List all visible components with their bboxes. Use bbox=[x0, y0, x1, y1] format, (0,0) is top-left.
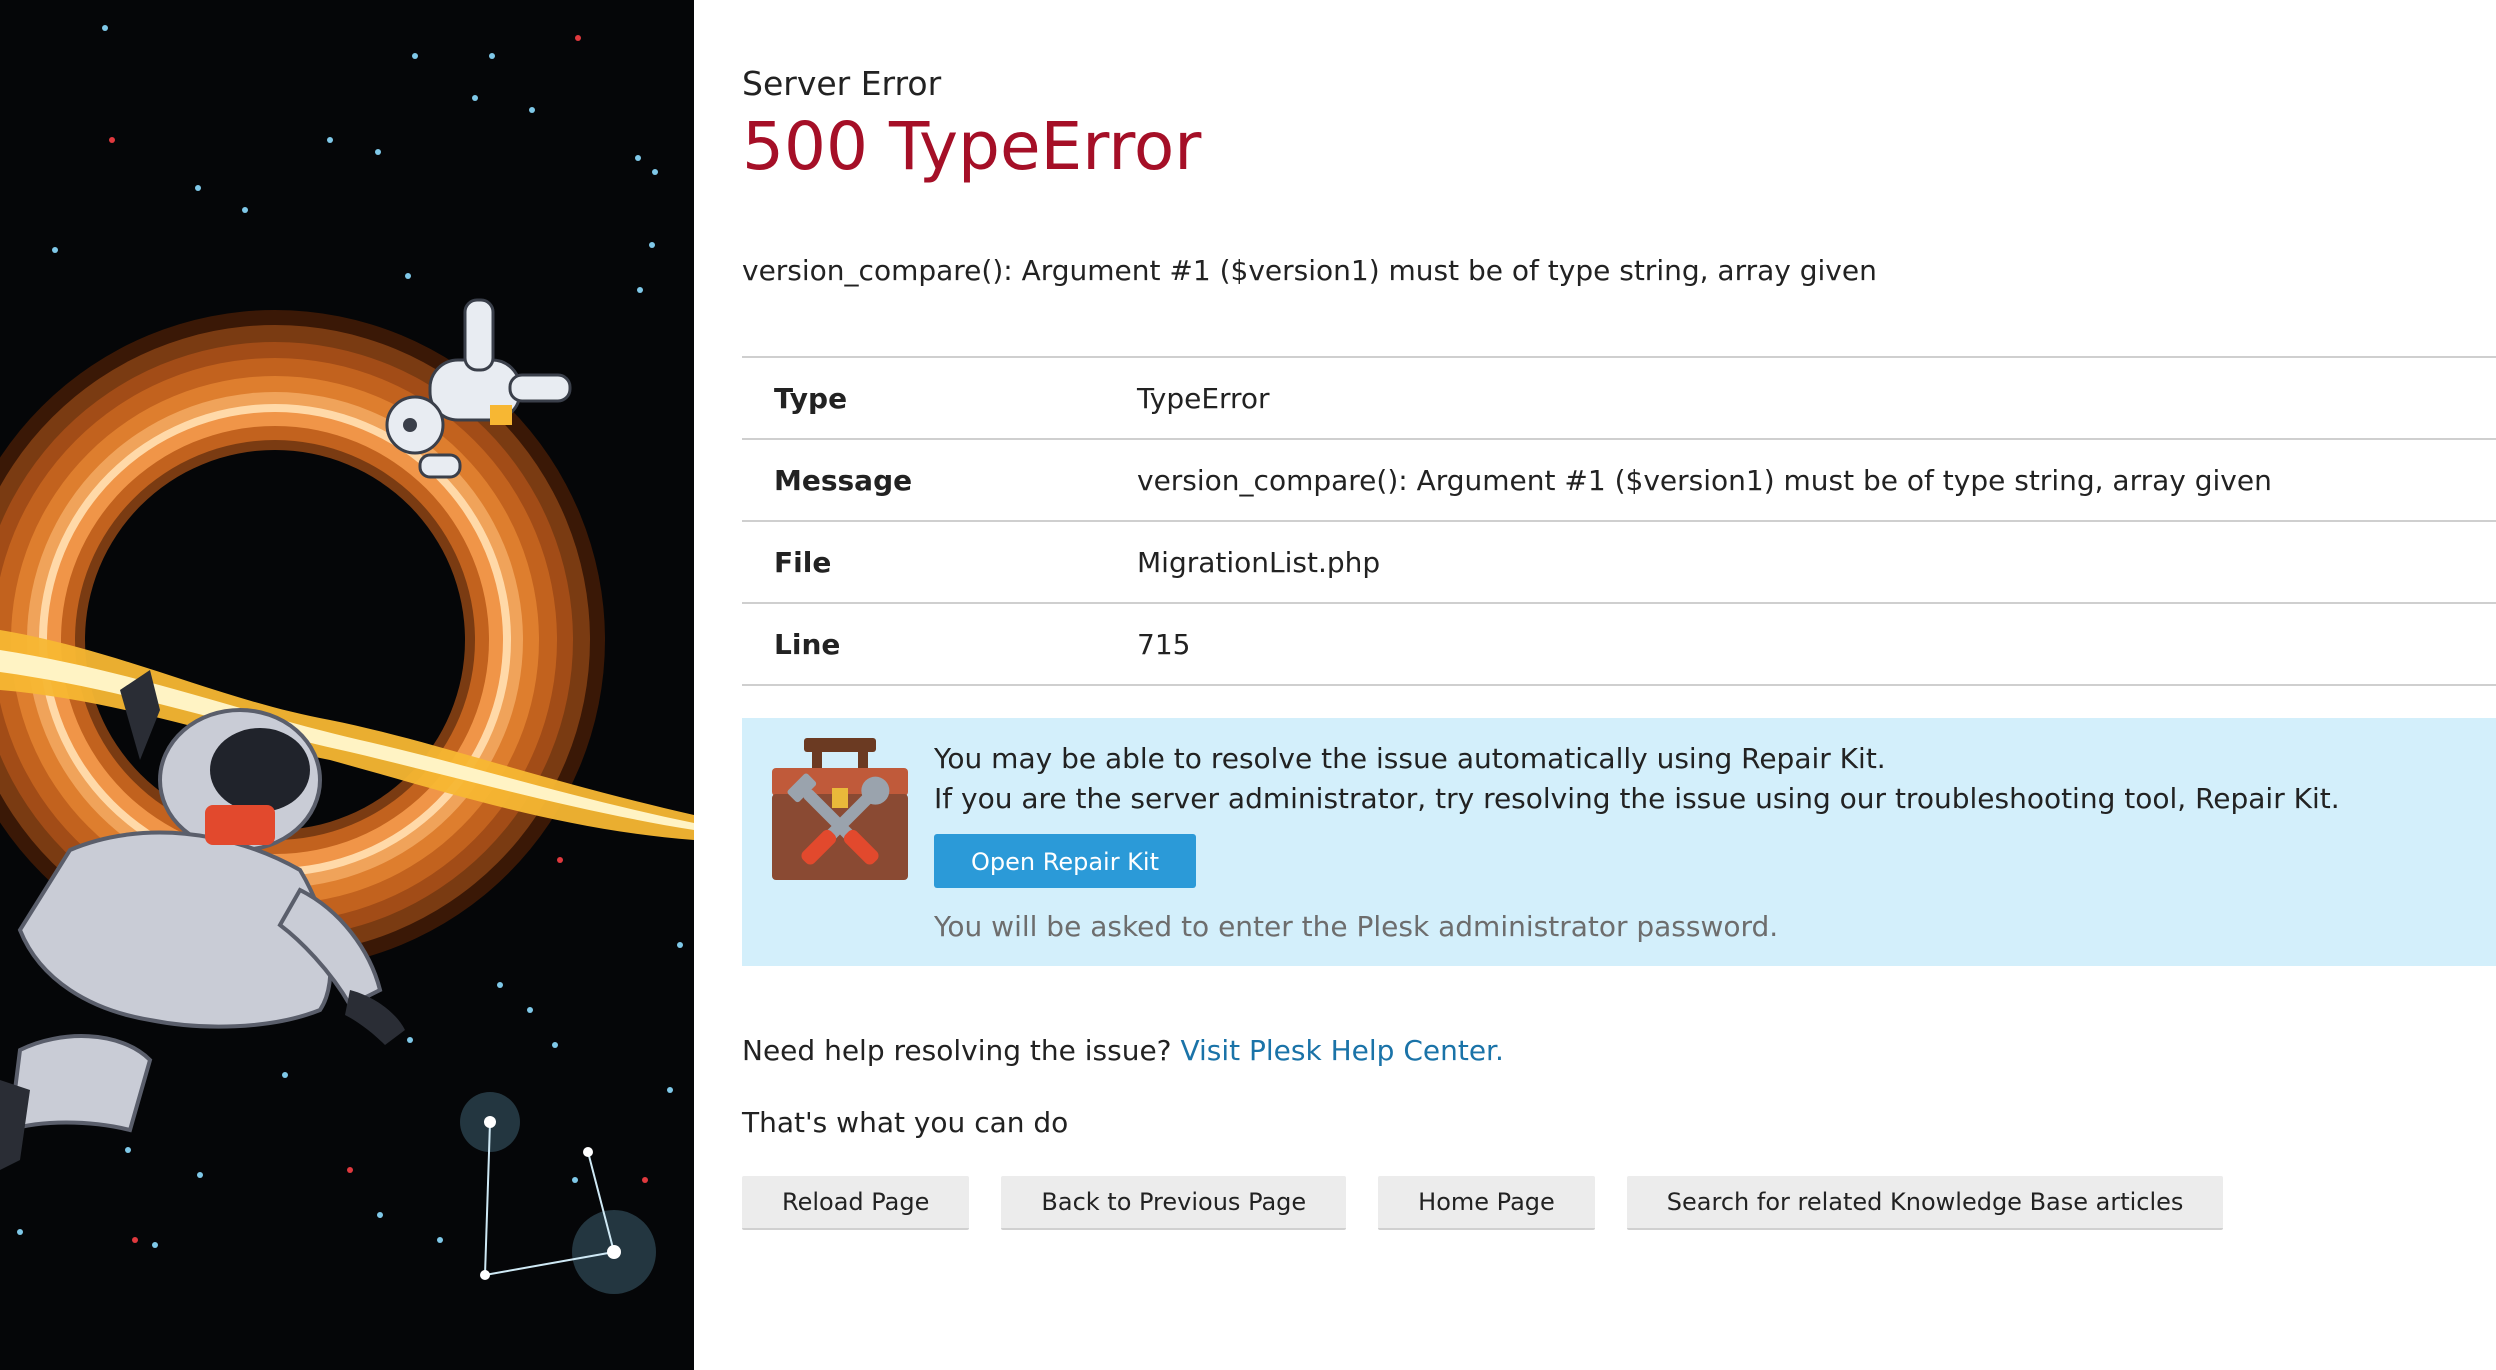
search-knowledge-base-button[interactable]: Search for related Knowledge Base articl… bbox=[1626, 1176, 2224, 1230]
error-subtitle: Server Error bbox=[742, 64, 942, 103]
help-prefix: Need help resolving the issue? bbox=[742, 1034, 1172, 1067]
constellation bbox=[460, 1092, 656, 1294]
reload-page-button[interactable]: Reload Page bbox=[742, 1176, 970, 1230]
space-illustration bbox=[0, 0, 694, 1370]
help-line: Need help resolving the issue? Visit Ple… bbox=[742, 1034, 1504, 1067]
details-key: File bbox=[774, 545, 832, 579]
error-page: Server Error 500 TypeError version_compa… bbox=[0, 0, 2496, 1370]
details-row-type: Type TypeError bbox=[742, 358, 2496, 440]
repair-kit-text-line1: You may be able to resolve the issue aut… bbox=[934, 742, 1886, 775]
error-summary: version_compare(): Argument #1 ($version… bbox=[742, 254, 1877, 287]
repair-kit-text-line2: If you are the server administrator, try… bbox=[934, 782, 2340, 815]
details-value: 715 bbox=[1137, 627, 1191, 661]
toolbox-icon bbox=[772, 738, 908, 880]
error-content: Server Error 500 TypeError version_compa… bbox=[742, 0, 2496, 1370]
actions-heading: That's what you can do bbox=[742, 1106, 1069, 1139]
details-row-message: Message version_compare(): Argument #1 (… bbox=[742, 440, 2496, 522]
home-page-button[interactable]: Home Page bbox=[1378, 1176, 1595, 1230]
repair-kit-panel: You may be able to resolve the issue aut… bbox=[742, 718, 2496, 966]
details-row-line: Line 715 bbox=[742, 604, 2496, 686]
details-key: Type bbox=[774, 381, 848, 415]
repair-kit-hint: You will be asked to enter the Plesk adm… bbox=[934, 910, 1779, 943]
action-buttons: Reload Page Back to Previous Page Home P… bbox=[742, 1176, 2224, 1230]
open-repair-kit-button[interactable]: Open Repair Kit bbox=[934, 834, 1196, 888]
details-value: TypeError bbox=[1137, 381, 1270, 415]
error-title: 500 TypeError bbox=[742, 108, 1202, 185]
details-value: version_compare(): Argument #1 ($version… bbox=[1137, 463, 2272, 497]
help-center-link[interactable]: Visit Plesk Help Center. bbox=[1180, 1034, 1503, 1067]
details-key: Message bbox=[774, 463, 913, 497]
details-value: MigrationList.php bbox=[1137, 545, 1381, 579]
details-key: Line bbox=[774, 627, 841, 661]
details-row-file: File MigrationList.php bbox=[742, 522, 2496, 604]
astronaut-space-illustration bbox=[0, 25, 694, 1294]
back-to-previous-page-button[interactable]: Back to Previous Page bbox=[1001, 1176, 1347, 1230]
error-details-table: Type TypeError Message version_compare()… bbox=[742, 356, 2496, 686]
